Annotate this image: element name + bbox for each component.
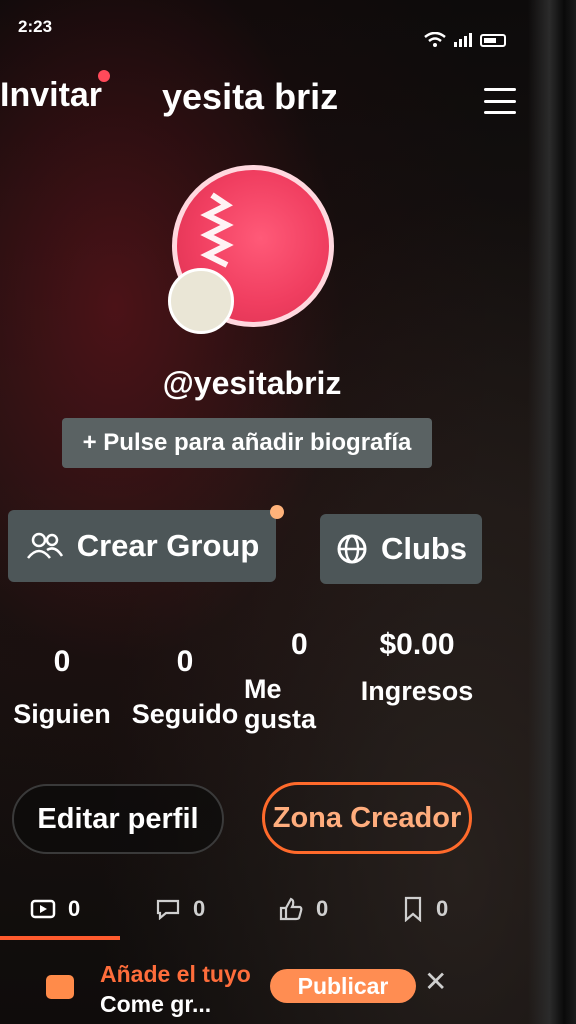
close-icon[interactable]: ✕ xyxy=(424,965,447,998)
stat-followers-label: Seguido xyxy=(131,699,239,729)
stat-followers[interactable]: 0 Seguido xyxy=(128,645,242,729)
create-group-label: Crear Group xyxy=(76,528,260,563)
stat-likes[interactable]: 0 Me gusta xyxy=(244,628,360,734)
tab-saved-count: 0 xyxy=(436,896,449,921)
status-time: 2:23 xyxy=(18,17,53,36)
tab-comments[interactable]: 0 xyxy=(155,896,205,922)
banner-subtitle: Come gr... xyxy=(100,991,212,1017)
signal-icon xyxy=(454,33,472,47)
briefcase-icon xyxy=(46,975,74,999)
create-group-button[interactable]: Crear Group xyxy=(8,510,276,582)
publish-banner: Añade el tuyo Come gr... Publicar ✕ xyxy=(0,955,500,1024)
phone-frame-edge xyxy=(528,0,576,1024)
profile-title: yesita briz xyxy=(162,76,339,117)
avatar-badge xyxy=(168,268,234,334)
stat-income[interactable]: $0.00 Ingresos xyxy=(358,628,476,706)
top-bar: Invitar yesita briz xyxy=(0,70,516,122)
stat-likes-value: 0 xyxy=(291,628,308,661)
stat-income-value: $0.00 xyxy=(379,628,455,661)
active-tab-indicator xyxy=(0,936,120,940)
clubs-button[interactable]: Clubs xyxy=(320,514,482,584)
add-bio-button[interactable]: + Pulse para añadir biografía xyxy=(62,418,432,468)
globe-icon xyxy=(337,534,367,564)
stat-income-label: Ingresos xyxy=(360,676,474,706)
status-bar: 2:23 xyxy=(18,12,506,47)
wifi-icon xyxy=(424,32,446,47)
stat-following-value: 0 xyxy=(53,645,71,678)
status-icons xyxy=(424,32,506,48)
edit-profile-button[interactable]: Editar perfil xyxy=(12,784,224,854)
bookmark-icon xyxy=(404,896,422,922)
stat-followers-value: 0 xyxy=(176,645,194,678)
stat-following-label: Siguien xyxy=(13,699,111,729)
banner-title: Añade el tuyo xyxy=(100,961,251,987)
battery-icon xyxy=(480,33,506,47)
tab-likes[interactable]: 0 xyxy=(278,896,328,922)
tab-comments-count: 0 xyxy=(193,896,206,921)
creator-zone-button[interactable]: Zona Creador xyxy=(262,782,472,854)
video-icon xyxy=(30,899,56,919)
clubs-label: Clubs xyxy=(380,531,468,566)
group-icon xyxy=(26,532,63,559)
profile-handle: @yesitabriz xyxy=(162,365,342,401)
tab-saved[interactable]: 0 xyxy=(402,896,448,922)
tab-videos[interactable]: 0 xyxy=(30,896,80,922)
stat-following[interactable]: 0 Siguien xyxy=(10,645,114,729)
comment-icon xyxy=(156,899,180,920)
content-tabs: 0 0 0 0 xyxy=(0,896,500,936)
tab-likes-count: 0 xyxy=(316,896,329,921)
tab-videos-count: 0 xyxy=(68,896,81,921)
stat-likes-label-line2: gusta xyxy=(244,704,317,734)
create-group-notification-dot xyxy=(270,505,284,519)
publish-button[interactable]: Publicar xyxy=(270,969,416,1003)
stat-likes-label-line1: Me xyxy=(244,674,282,704)
thumbs-up-icon xyxy=(279,897,303,921)
invite-button[interactable]: Invitar xyxy=(0,76,102,115)
menu-icon[interactable] xyxy=(484,88,516,114)
invite-notification-dot xyxy=(98,70,110,82)
